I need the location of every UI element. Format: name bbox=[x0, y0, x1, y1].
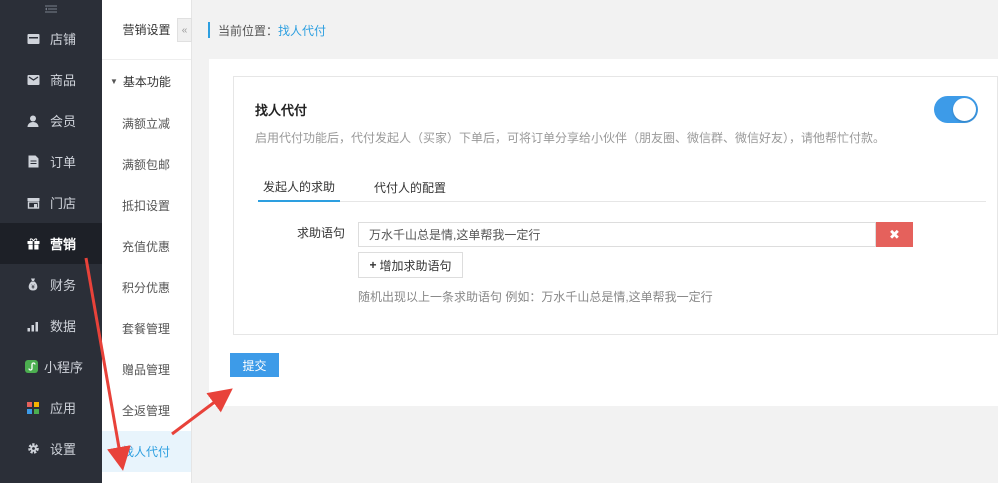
nav-label: 营销 bbox=[50, 237, 77, 252]
order-icon bbox=[26, 155, 40, 169]
nav-item-apps[interactable]: 应用 bbox=[0, 387, 102, 428]
sub-item-free-shipping[interactable]: 满额包邮 bbox=[102, 144, 191, 185]
triangle-down-icon: ▼ bbox=[110, 77, 118, 86]
sub-item-full-reduction[interactable]: 满额立减 bbox=[102, 103, 191, 144]
store-icon bbox=[26, 32, 40, 46]
mini-program-icon bbox=[24, 360, 38, 374]
money-bag-icon: ¥ bbox=[26, 278, 40, 292]
tab-bar: 发起人的求助 代付人的配置 bbox=[258, 172, 986, 202]
main-sidebar: 店铺 商品 会员 订单 门店 营销 ¥ 财务 数据 小程序 应用 设置 bbox=[0, 0, 102, 483]
nav-item-settings[interactable]: 设置 bbox=[0, 428, 102, 469]
nav-item-order[interactable]: 订单 bbox=[0, 141, 102, 182]
nav-label: 会员 bbox=[50, 114, 77, 129]
enable-toggle[interactable] bbox=[934, 96, 978, 123]
nav-item-goods[interactable]: 商品 bbox=[0, 59, 102, 100]
sub-item-deduction[interactable]: 抵扣设置 bbox=[102, 185, 191, 226]
nav-label: 数据 bbox=[50, 319, 77, 334]
nav-label: 店铺 bbox=[50, 32, 77, 47]
help-phrase-input[interactable] bbox=[358, 222, 876, 247]
shop-icon bbox=[26, 196, 40, 210]
nav-item-finance[interactable]: ¥ 财务 bbox=[0, 264, 102, 305]
tab-initiator-help[interactable]: 发起人的求助 bbox=[258, 172, 340, 202]
nav-item-shop[interactable]: 门店 bbox=[0, 182, 102, 223]
tab-payer-config[interactable]: 代付人的配置 bbox=[374, 172, 446, 202]
card-title: 找人代付 bbox=[255, 103, 308, 118]
nav-label: 订单 bbox=[50, 155, 77, 170]
goods-icon bbox=[26, 73, 40, 87]
close-icon: ✖ bbox=[889, 226, 900, 242]
nav-label: 小程序 bbox=[44, 360, 84, 375]
apps-icon bbox=[26, 401, 40, 415]
toggle-knob bbox=[953, 98, 976, 121]
bar-chart-icon bbox=[26, 319, 40, 333]
submit-button[interactable]: 提交 bbox=[230, 353, 279, 377]
phrase-hint: 随机出现以上一条求助语句 例如：万水千山总是情,这单帮我一定行 bbox=[358, 290, 713, 304]
menu-group-basic[interactable]: ▼ 基本功能 bbox=[102, 60, 191, 103]
nav-label: 财务 bbox=[50, 278, 77, 293]
sub-item-recharge[interactable]: 充值优惠 bbox=[102, 226, 191, 267]
nav-item-marketing[interactable]: 营销 bbox=[0, 223, 102, 264]
sub-item-full-return[interactable]: 全返管理 bbox=[102, 390, 191, 431]
nav-item-store[interactable]: 店铺 bbox=[0, 18, 102, 59]
sub-item-package[interactable]: 套餐管理 bbox=[102, 308, 191, 349]
nav-item-mini-program[interactable]: 小程序 bbox=[0, 346, 102, 387]
nav-label: 应用 bbox=[50, 401, 77, 416]
nav-item-data[interactable]: 数据 bbox=[0, 305, 102, 346]
breadcrumb-current[interactable]: 找人代付 bbox=[278, 22, 326, 39]
sub-item-points[interactable]: 积分优惠 bbox=[102, 267, 191, 308]
nav-label: 门店 bbox=[50, 196, 77, 211]
breadcrumb: 当前位置： 找人代付 bbox=[208, 22, 326, 38]
gift-icon bbox=[26, 237, 40, 251]
add-phrase-button[interactable]: + 增加求助语句 bbox=[358, 252, 463, 278]
add-phrase-label: 增加求助语句 bbox=[379, 258, 452, 273]
delete-phrase-button[interactable]: ✖ bbox=[876, 222, 913, 247]
secondary-menu: 营销设置 ▼ 基本功能 满额立减 满额包邮 抵扣设置 充值优惠 积分优惠 套餐管… bbox=[102, 0, 192, 483]
menu-group-label: 基本功能 bbox=[122, 75, 171, 89]
sub-item-pay-for-me[interactable]: 找人代付 bbox=[102, 431, 191, 472]
nav-item-member[interactable]: 会员 bbox=[0, 100, 102, 141]
nav-label: 商品 bbox=[50, 73, 77, 88]
gear-icon bbox=[26, 442, 40, 456]
phrase-label: 求助语句 bbox=[297, 226, 346, 240]
card-description: 启用代付功能后，代付发起人（买家）下单后，可将订单分享给小伙伴（朋友圈、微信群、… bbox=[255, 131, 886, 145]
plus-icon: + bbox=[369, 258, 377, 272]
nav-label: 设置 bbox=[50, 442, 77, 457]
sub-item-gifts[interactable]: 赠品管理 bbox=[102, 349, 191, 390]
breadcrumb-prefix: 当前位置： bbox=[218, 23, 279, 38]
menu-collapse-icon[interactable] bbox=[0, 0, 102, 18]
member-icon bbox=[26, 114, 40, 128]
collapse-submenu-icon[interactable]: « bbox=[177, 18, 192, 42]
